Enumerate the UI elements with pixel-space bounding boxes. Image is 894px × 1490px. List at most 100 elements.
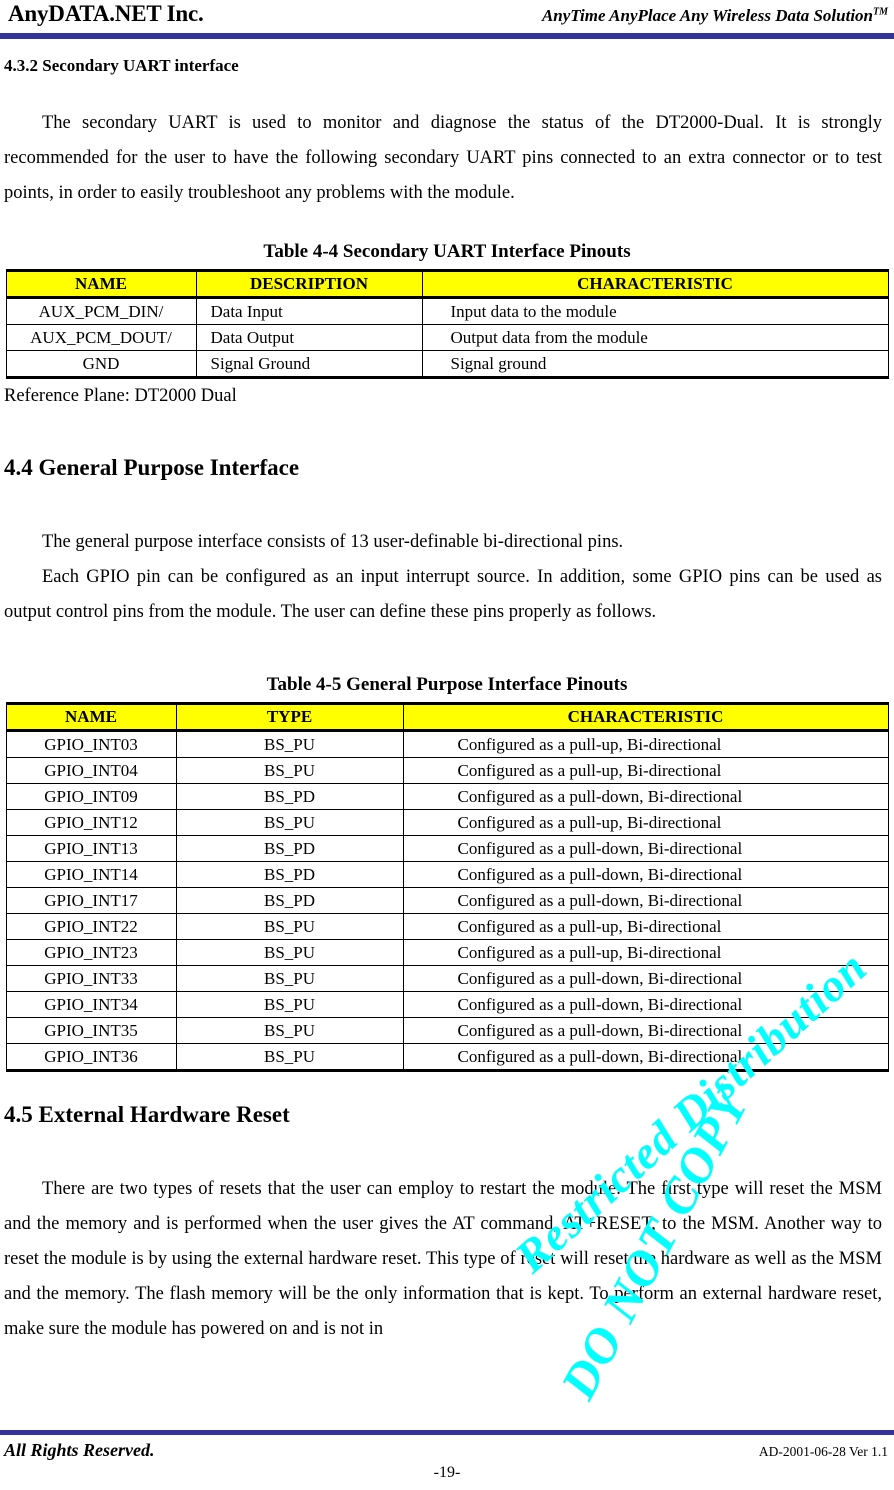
column-header-characteristic: CHARACTERISTIC <box>421 269 889 299</box>
table-row: GND Signal Ground Signal ground <box>5 350 889 379</box>
document-version: AD-2001-06-28 Ver 1.1 <box>758 1444 888 1459</box>
table-row: GPIO_INT36 BS_PU Configured as a pull-do… <box>5 1043 889 1072</box>
cell-name: GPIO_INT36 <box>5 1043 177 1072</box>
document-page: AnyDATA.NET Inc. AnyTime AnyPlace Any Wi… <box>0 0 894 1490</box>
column-header-description: DESCRIPTION <box>195 269 423 299</box>
cell-type: BS_PU <box>175 965 404 992</box>
cell-characteristic: Configured as a pull-down, Bi-directiona… <box>402 1017 889 1044</box>
table-row: GPIO_INT14 BS_PD Configured as a pull-do… <box>5 861 889 888</box>
tagline-text: AnyTime AnyPlace Any Wireless Data Solut… <box>541 6 873 25</box>
table-4-4-head: NAME DESCRIPTION CHARACTERISTIC <box>5 269 889 299</box>
table-row: GPIO_INT12 BS_PU Configured as a pull-up… <box>5 809 889 836</box>
cell-type: BS_PD <box>175 887 404 914</box>
cell-type: BS_PU <box>175 1017 404 1044</box>
cell-type: BS_PU <box>175 809 404 836</box>
cell-name: GPIO_INT23 <box>5 939 177 966</box>
cell-characteristic: Configured as a pull-down, Bi-directiona… <box>402 991 889 1018</box>
cell-name: GPIO_INT04 <box>5 757 177 784</box>
cell-type: BS_PU <box>175 1043 404 1072</box>
company-name: AnyDATA.NET Inc. <box>8 1 204 26</box>
table-row: GPIO_INT13 BS_PD Configured as a pull-do… <box>5 835 889 862</box>
cell-characteristic: Configured as a pull-down, Bi-directiona… <box>402 965 889 992</box>
reference-plane-note: Reference Plane: DT2000 Dual <box>4 386 237 406</box>
cell-description: Signal Ground <box>195 350 423 379</box>
table-row: GPIO_INT09 BS_PD Configured as a pull-do… <box>5 783 889 810</box>
cell-name: AUX_PCM_DOUT/ <box>5 324 197 351</box>
column-header-name: NAME <box>5 269 197 299</box>
section-heading-4-3-2: 4.3.2 Secondary UART interface <box>4 56 239 75</box>
table-4-4-body: AUX_PCM_DIN/ Data Input Input data to th… <box>5 297 889 379</box>
cell-name: GPIO_INT22 <box>5 913 177 940</box>
copyright-notice: All Rights Reserved. <box>4 1440 155 1460</box>
cell-type: BS_PU <box>175 730 404 758</box>
cell-characteristic: Configured as a pull-up, Bi-directional <box>402 757 889 784</box>
cell-characteristic: Configured as a pull-down, Bi-directiona… <box>402 835 889 862</box>
cell-type: BS_PU <box>175 913 404 940</box>
cell-name: GPIO_INT12 <box>5 809 177 836</box>
page-header: AnyDATA.NET Inc. AnyTime AnyPlace Any Wi… <box>0 0 894 40</box>
table-general-purpose-pinouts: NAME TYPE CHARACTERISTIC GPIO_INT03 BS_P… <box>5 702 889 1072</box>
table-4-5-head: NAME TYPE CHARACTERISTIC <box>5 702 889 732</box>
cell-characteristic: Configured as a pull-down, Bi-directiona… <box>402 783 889 810</box>
cell-name: GPIO_INT03 <box>5 730 177 758</box>
table-row: AUX_PCM_DOUT/ Data Output Output data fr… <box>5 324 889 351</box>
cell-characteristic: Configured as a pull-up, Bi-directional <box>402 939 889 966</box>
cell-type: BS_PU <box>175 939 404 966</box>
page-footer: All Rights Reserved. AD-2001-06-28 Ver 1… <box>0 1430 894 1490</box>
table-header-row: NAME TYPE CHARACTERISTIC <box>5 702 889 732</box>
section-4-4-paragraph-1: The general purpose interface consists o… <box>42 532 624 552</box>
trademark-symbol: TM <box>873 6 888 18</box>
cell-characteristic: Configured as a pull-up, Bi-directional <box>402 730 889 758</box>
cell-type: BS_PD <box>175 861 404 888</box>
table-4-5-caption: Table 4-5 General Purpose Interface Pino… <box>266 674 628 695</box>
column-header-characteristic: CHARACTERISTIC <box>402 702 889 732</box>
footer-rule <box>0 1430 894 1435</box>
cell-description: Data Output <box>195 324 423 351</box>
cell-type: BS_PD <box>175 835 404 862</box>
section-heading-4-4: 4.4 General Purpose Interface <box>4 455 300 480</box>
section-heading-4-5: 4.5 External Hardware Reset <box>4 1102 290 1127</box>
cell-name: GPIO_INT09 <box>5 783 177 810</box>
header-rule <box>0 33 894 39</box>
cell-name: GPIO_INT17 <box>5 887 177 914</box>
table-secondary-uart-pinouts: NAME DESCRIPTION CHARACTERISTIC AUX_PCM_… <box>5 269 889 379</box>
cell-name: GPIO_INT14 <box>5 861 177 888</box>
cell-description: Data Input <box>195 297 423 325</box>
table-row: GPIO_INT34 BS_PU Configured as a pull-do… <box>5 991 889 1018</box>
cell-name: GPIO_INT13 <box>5 835 177 862</box>
table-row: AUX_PCM_DIN/ Data Input Input data to th… <box>5 297 889 325</box>
cell-characteristic: Configured as a pull-up, Bi-directional <box>402 913 889 940</box>
cell-name: GND <box>5 350 197 379</box>
cell-characteristic: Configured as a pull-down, Bi-directiona… <box>402 861 889 888</box>
table-row: GPIO_INT04 BS_PU Configured as a pull-up… <box>5 757 889 784</box>
table-row: GPIO_INT22 BS_PU Configured as a pull-up… <box>5 913 889 940</box>
cell-type: BS_PD <box>175 783 404 810</box>
section-4-5-paragraph: There are two types of resets that the u… <box>4 1179 882 1339</box>
company-tagline: AnyTime AnyPlace Any Wireless Data Solut… <box>542 6 888 26</box>
section-4-4-paragraph-2: Each GPIO pin can be configured as an in… <box>4 567 882 622</box>
table-4-4-caption: Table 4-4 Secondary UART Interface Pinou… <box>263 241 631 262</box>
cell-name: GPIO_INT33 <box>5 965 177 992</box>
cell-characteristic: Configured as a pull-down, Bi-directiona… <box>402 887 889 914</box>
cell-name: GPIO_INT35 <box>5 1017 177 1044</box>
cell-characteristic: Configured as a pull-up, Bi-directional <box>402 809 889 836</box>
cell-name: AUX_PCM_DIN/ <box>5 297 197 325</box>
table-header-row: NAME DESCRIPTION CHARACTERISTIC <box>5 269 889 299</box>
page-number: -19- <box>433 1464 461 1481</box>
table-4-5-body: GPIO_INT03 BS_PU Configured as a pull-up… <box>5 730 889 1072</box>
document-body: 4.3.2 Secondary UART interface The secon… <box>0 40 894 1347</box>
table-row: GPIO_INT17 BS_PD Configured as a pull-do… <box>5 887 889 914</box>
cell-type: BS_PU <box>175 757 404 784</box>
cell-characteristic: Output data from the module <box>421 324 889 351</box>
table-row: GPIO_INT03 BS_PU Configured as a pull-up… <box>5 730 889 758</box>
cell-characteristic: Input data to the module <box>421 297 889 325</box>
cell-type: BS_PU <box>175 991 404 1018</box>
table-row: GPIO_INT33 BS_PU Configured as a pull-do… <box>5 965 889 992</box>
